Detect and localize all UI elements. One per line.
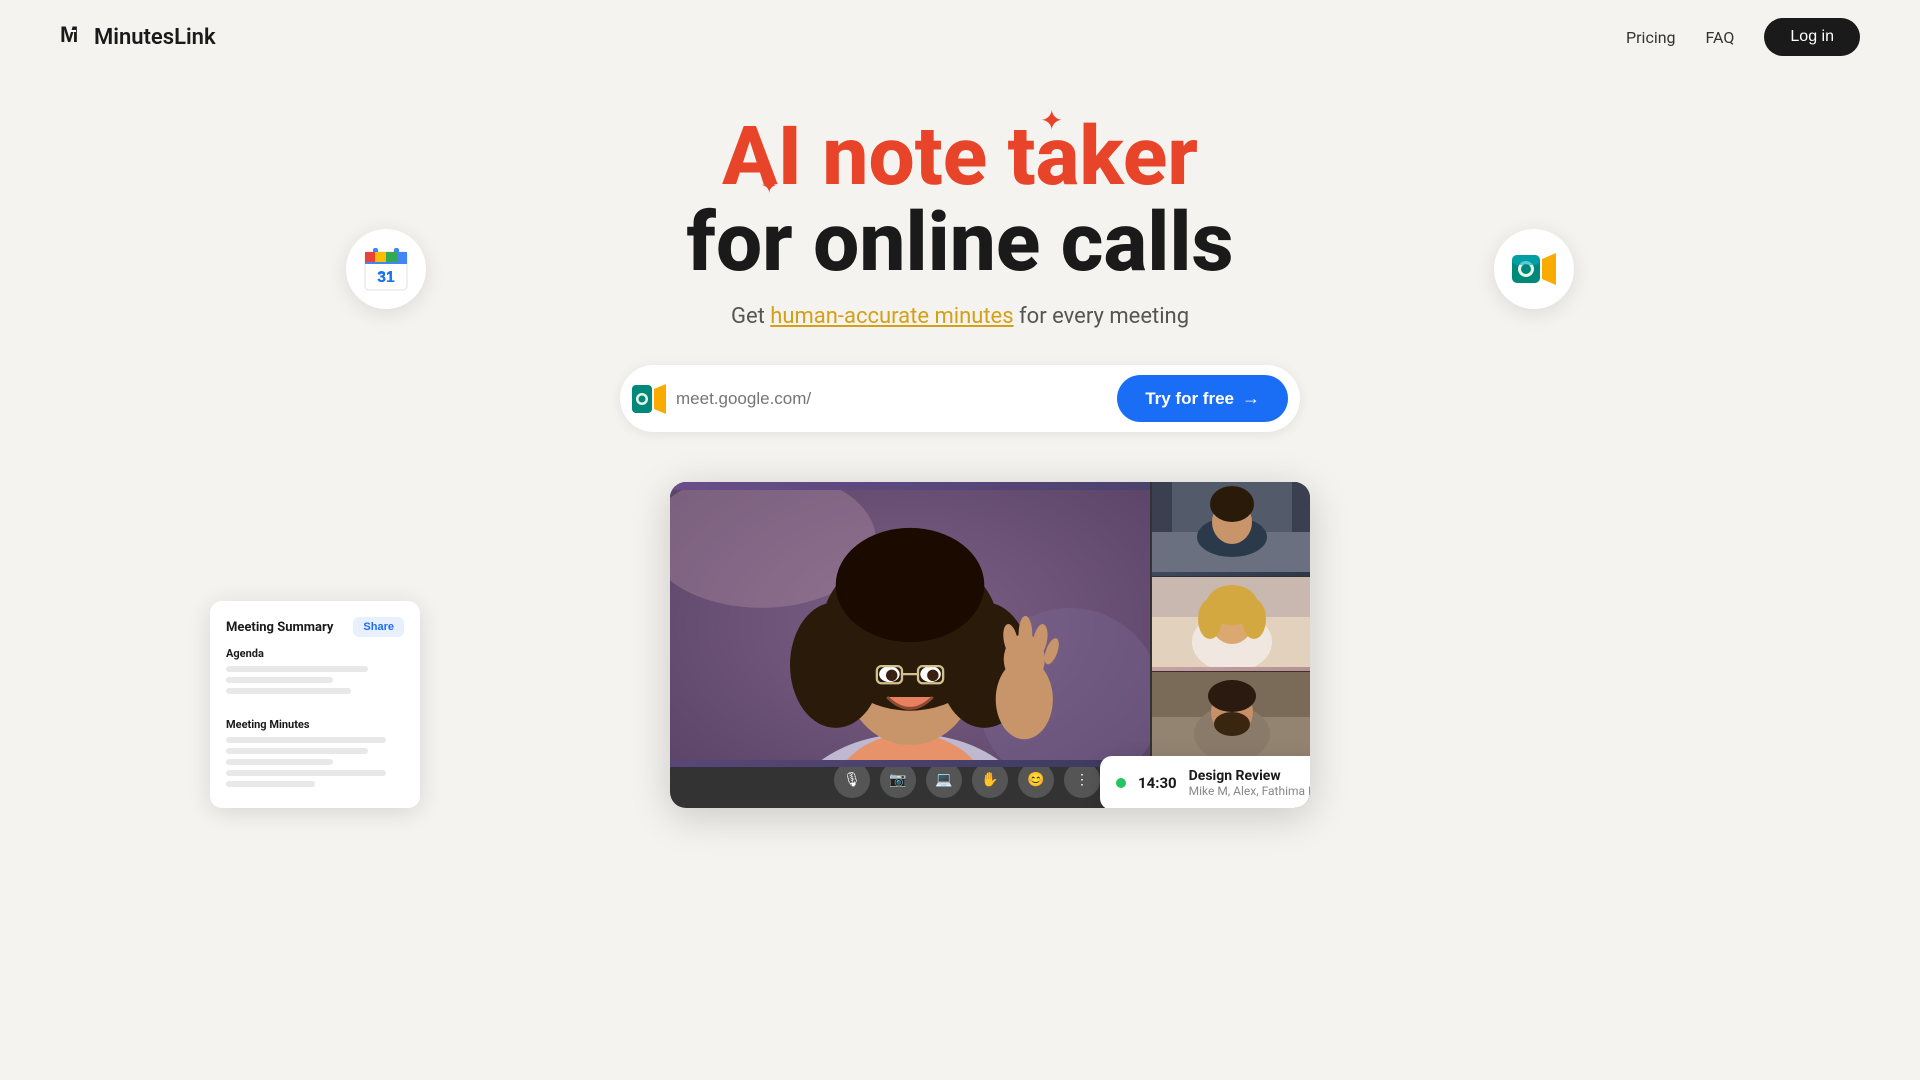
minutes-line-5 <box>226 781 315 787</box>
agenda-line-3 <box>226 688 351 694</box>
try-free-label: Try for free <box>1145 389 1234 409</box>
login-button[interactable]: Log in <box>1764 18 1860 56</box>
sparkle-top-icon: ✦ <box>1040 104 1063 137</box>
faq-link[interactable]: FAQ <box>1706 28 1735 47</box>
hero-section: ✦ ✦ 31 31 <box>0 74 1920 432</box>
side-video-1 <box>1150 482 1310 577</box>
meeting-time: 14:30 <box>1138 774 1177 792</box>
meeting-info: Design Review Mike M, Alex, Fathima M +3 <box>1189 768 1310 798</box>
nav-links: Pricing FAQ Log in <box>1626 18 1860 56</box>
svg-text:31: 31 <box>377 269 394 286</box>
logo-text: M <box>60 20 88 54</box>
hero-title-rest: for online calls <box>686 195 1233 291</box>
logo-label: MinutesLink <box>94 25 216 50</box>
minutes-line-1 <box>226 737 386 743</box>
subtitle-highlight: human-accurate minutes <box>770 304 1013 329</box>
hero-title-ai: AI note taker <box>722 109 1198 205</box>
more-options-button[interactable]: ⋮ <box>1064 762 1100 798</box>
demo-section: Meeting Summary Share Agenda Meeting Min… <box>0 482 1920 808</box>
minutes-line-3 <box>226 759 333 765</box>
summary-panel: Meeting Summary Share Agenda Meeting Min… <box>210 601 420 808</box>
side-videos <box>1150 482 1310 767</box>
status-dot <box>1116 778 1126 788</box>
subtitle-pre: Get <box>731 304 770 329</box>
screen-share-button[interactable]: 💻 <box>926 762 962 798</box>
search-bar-section: Try for free → <box>20 365 1900 432</box>
meeting-participants: Mike M, Alex, Fathima M +3 <box>1189 784 1310 798</box>
minutes-line-4 <box>226 770 386 776</box>
google-calendar-icon: 31 31 <box>346 229 426 309</box>
svg-text:M: M <box>60 22 78 47</box>
camera-button[interactable]: 📷 <box>880 762 916 798</box>
hand-raise-button[interactable]: ✋ <box>972 762 1008 798</box>
google-meet-icon-float <box>1494 229 1574 309</box>
hero-subtitle: Get human-accurate minutes for every mee… <box>20 304 1900 329</box>
video-grid <box>670 482 1310 752</box>
main-video <box>670 482 1150 767</box>
reactions-button[interactable]: 😊 <box>1018 762 1054 798</box>
hero-title: AI note taker for online calls <box>20 114 1900 286</box>
share-button[interactable]: Share <box>353 617 404 637</box>
mute-button[interactable]: 🎙 <box>834 762 870 798</box>
agenda-line-2 <box>226 677 333 683</box>
side-video-2 <box>1150 577 1310 672</box>
meet-icon-input <box>632 382 666 416</box>
side-video-3 <box>1150 672 1310 767</box>
pricing-link[interactable]: Pricing <box>1626 28 1676 47</box>
arrow-icon: → <box>1242 388 1260 409</box>
logo: M MinutesLink <box>60 20 216 54</box>
subtitle-post: for every meeting <box>1014 304 1189 329</box>
minutes-line-2 <box>226 748 368 754</box>
meeting-notification: 14:30 Design Review Mike M, Alex, Fathim… <box>1100 756 1310 808</box>
agenda-line-1 <box>226 666 368 672</box>
navbar: M MinutesLink Pricing FAQ Log in <box>0 0 1920 74</box>
video-call-container: 🎙 📷 💻 ✋ 😊 ⋮ 📵 14:30 Design Review Mike M… <box>670 482 1310 808</box>
search-bar: Try for free → <box>620 365 1300 432</box>
minutes-label: Meeting Minutes <box>226 718 404 731</box>
summary-title: Meeting Summary <box>226 620 333 635</box>
url-input[interactable] <box>676 389 1117 409</box>
meeting-name: Design Review <box>1189 768 1310 784</box>
agenda-label: Agenda <box>226 647 404 660</box>
summary-header: Meeting Summary Share <box>226 617 404 637</box>
try-free-button[interactable]: Try for free → <box>1117 375 1288 422</box>
sparkle-left-icon: ✦ <box>760 174 778 199</box>
